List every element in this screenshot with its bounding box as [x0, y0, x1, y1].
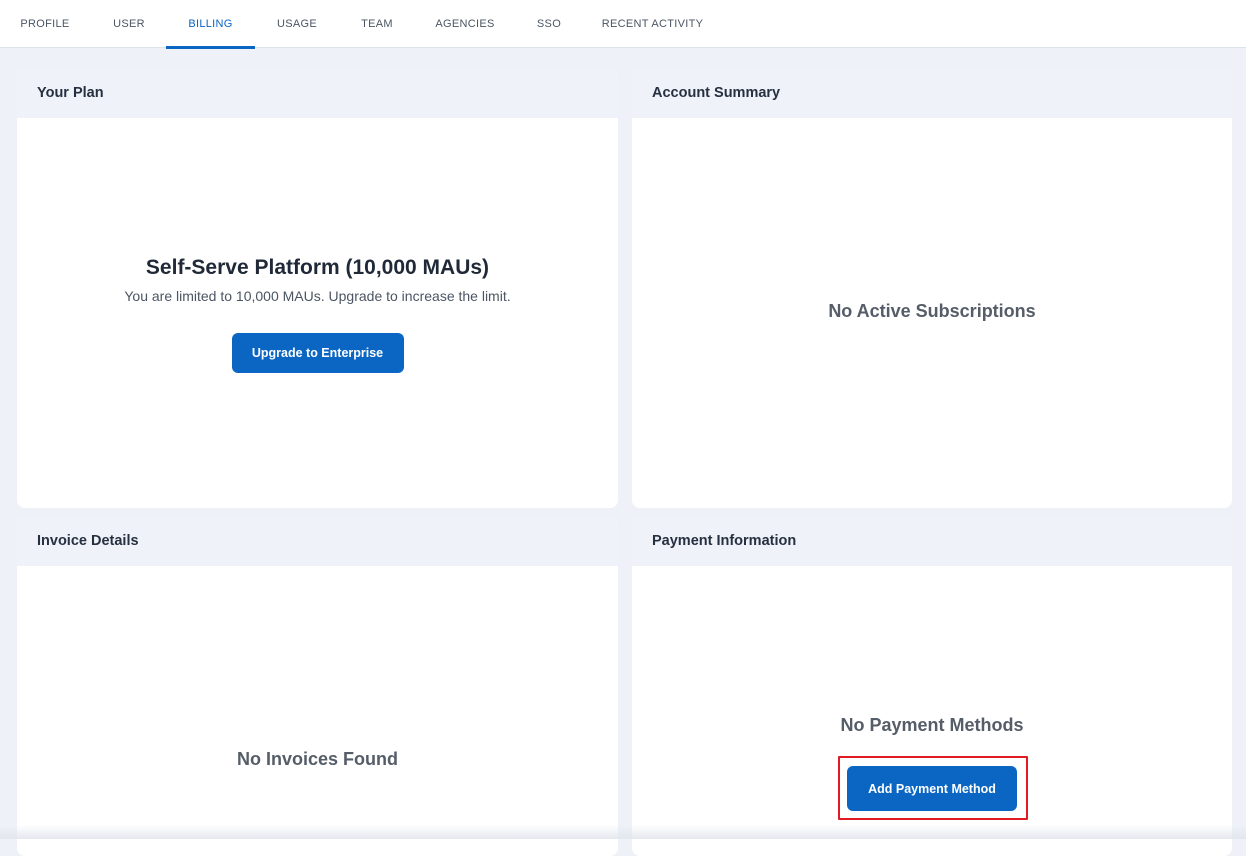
plan-title: Self-Serve Platform (10,000 MAUs): [17, 256, 618, 280]
tab-sso[interactable]: SSO: [532, 0, 566, 48]
invoice-details-card: Invoice Details No Invoices Found: [17, 516, 618, 856]
account-summary-card: Account Summary No Active Subscriptions: [632, 68, 1232, 508]
tab-user[interactable]: USER: [108, 0, 150, 48]
tab-team[interactable]: TEAM: [355, 0, 399, 48]
your-plan-card: Your Plan Self-Serve Platform (10,000 MA…: [17, 68, 618, 508]
add-payment-method-button[interactable]: Add Payment Method: [847, 766, 1017, 811]
invoice-details-header: Invoice Details: [17, 516, 618, 566]
your-plan-body: Self-Serve Platform (10,000 MAUs) You ar…: [17, 118, 618, 508]
tab-agencies[interactable]: AGENCIES: [432, 0, 498, 48]
tab-profile[interactable]: PROFILE: [16, 0, 74, 48]
account-summary-header: Account Summary: [632, 68, 1232, 118]
payment-information-body: No Payment Methods Add Payment Method: [632, 566, 1232, 856]
your-plan-header: Your Plan: [17, 68, 618, 118]
payment-information-card: Payment Information No Payment Methods A…: [632, 516, 1232, 856]
invoice-details-body: No Invoices Found: [17, 566, 618, 856]
account-summary-body: No Active Subscriptions: [632, 118, 1232, 508]
tab-billing[interactable]: BILLING: [166, 0, 255, 48]
bottom-fade: [0, 825, 1246, 839]
upgrade-to-enterprise-button[interactable]: Upgrade to Enterprise: [232, 333, 404, 373]
upgrade-button-wrap: Upgrade to Enterprise: [17, 333, 618, 373]
tab-usage[interactable]: USAGE: [272, 0, 322, 48]
no-subscriptions-text: No Active Subscriptions: [632, 301, 1232, 322]
payment-information-header: Payment Information: [632, 516, 1232, 566]
settings-tab-bar: PROFILE USER BILLING USAGE TEAM AGENCIES…: [0, 0, 1246, 48]
plan-limit-description: You are limited to 10,000 MAUs. Upgrade …: [17, 288, 618, 304]
add-payment-button-wrap: Add Payment Method: [632, 766, 1232, 811]
no-payment-methods-text: No Payment Methods: [632, 715, 1232, 736]
no-invoices-text: No Invoices Found: [17, 749, 618, 770]
plan-info: Self-Serve Platform (10,000 MAUs) You ar…: [17, 256, 618, 304]
tab-recent-activity[interactable]: RECENT ACTIVITY: [600, 0, 705, 48]
